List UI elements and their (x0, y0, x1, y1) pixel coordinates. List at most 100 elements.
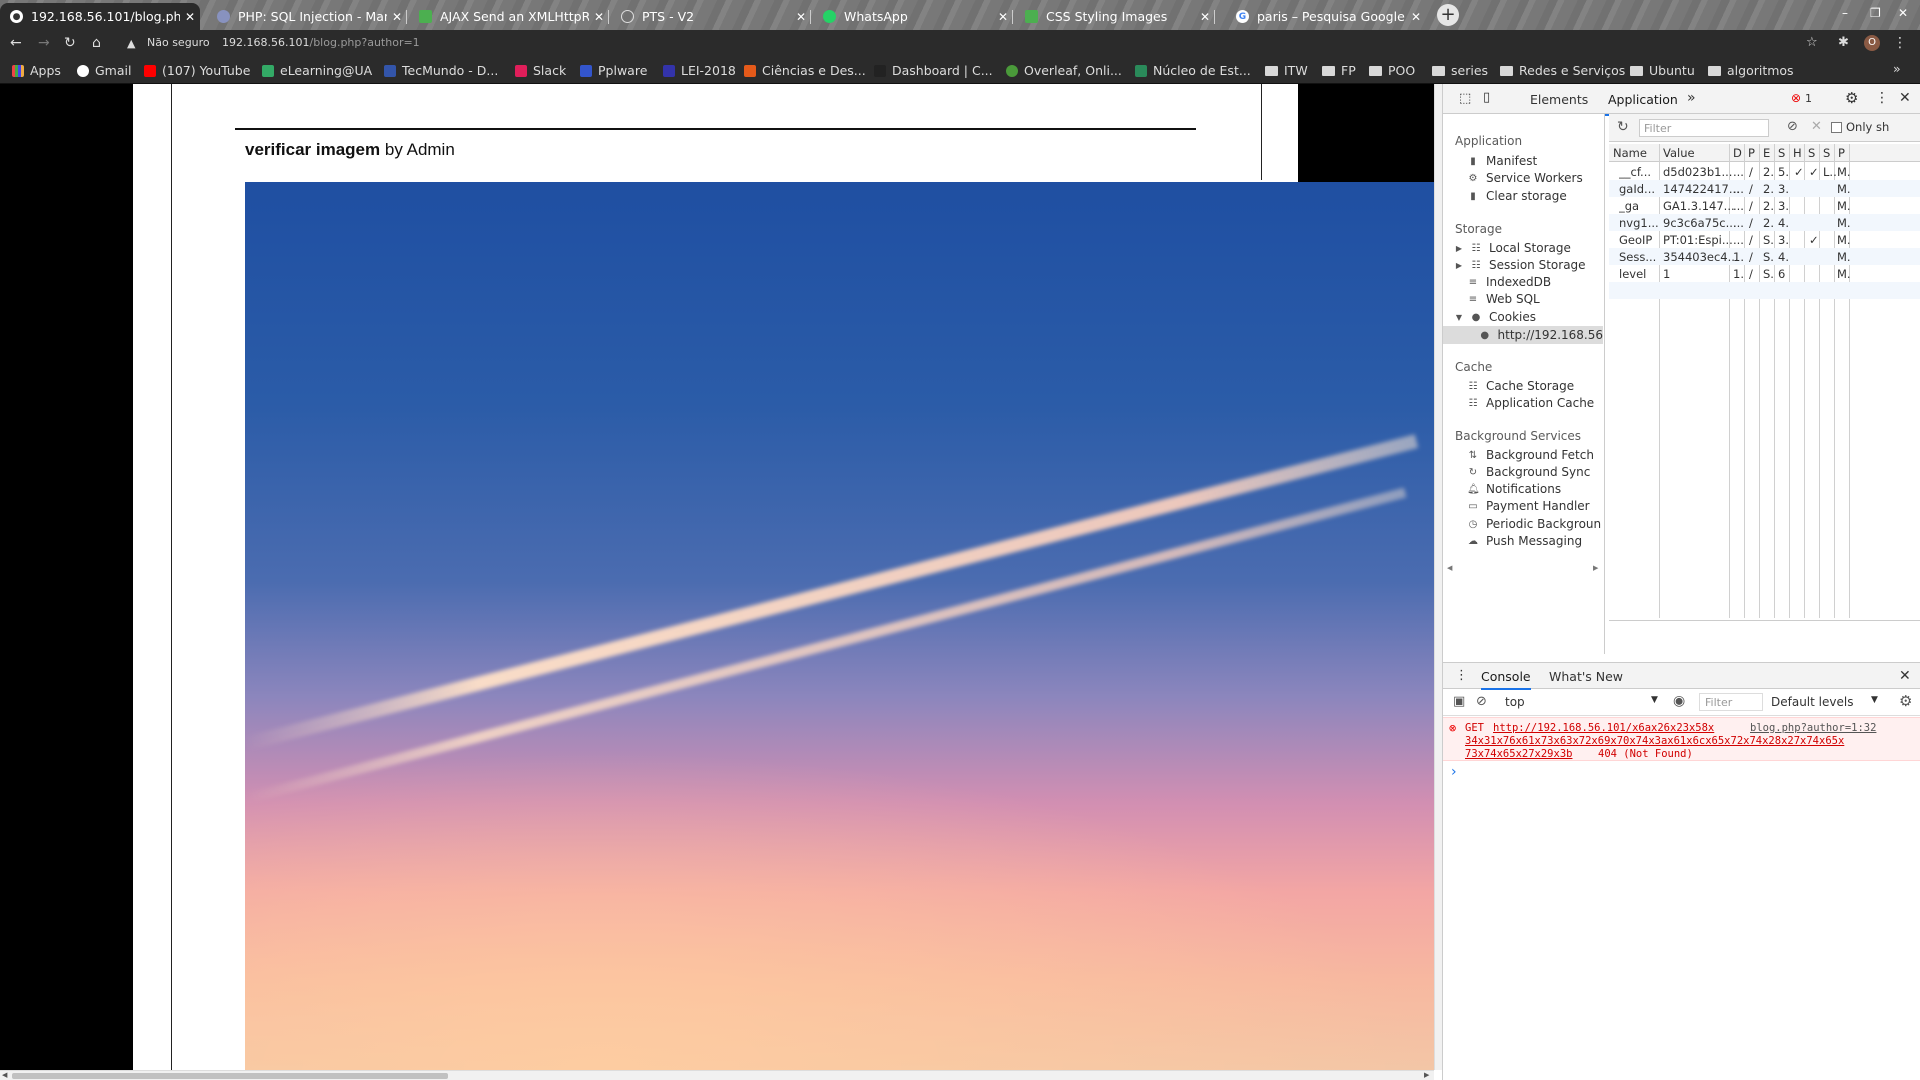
bookmark-youtube[interactable]: (107) YouTube (144, 63, 250, 78)
close-icon[interactable]: ✕ (791, 10, 811, 24)
bookmark-lei[interactable]: LEI-2018 (663, 63, 736, 78)
col-path[interactable]: P (1748, 146, 1755, 160)
tab-php-sql[interactable]: PHP: SQL Injection - Manu ✕ (207, 3, 407, 30)
table-row[interactable]: Sess... 354403ec4... 1. / S. 4. M. (1609, 248, 1920, 265)
context-select[interactable]: top (1505, 695, 1525, 709)
clear-console-icon[interactable]: ⊘ (1476, 694, 1487, 709)
more-bookmarks-icon[interactable]: » (1893, 61, 1901, 76)
tab-application[interactable]: Application (1598, 92, 1688, 116)
col-size[interactable]: S (1778, 146, 1785, 160)
error-icon[interactable]: ⊗ (1791, 91, 1801, 105)
tab-pts[interactable]: PTS - V2 ✕ (611, 3, 811, 30)
bookmark-elearning[interactable]: eLearning@UA (262, 63, 372, 78)
sidebar-item-payment-handler[interactable]: ▭ Payment Handler (1467, 499, 1589, 513)
table-row[interactable]: gaId... 147422417....../2. 3. M. (1609, 180, 1920, 197)
close-window-icon[interactable]: ✕ (1898, 6, 1908, 20)
sidebar-item-notifications[interactable]: 🔔︎ Notifications (1467, 482, 1561, 496)
scroll-left-icon[interactable]: ◀ (2, 1071, 7, 1079)
col-name[interactable]: Name (1613, 146, 1647, 160)
bookmark-folder-ubuntu[interactable]: Ubuntu (1630, 63, 1695, 78)
address-bar[interactable]: 192.168.56.101/blog.php?author=1 (222, 36, 420, 49)
restore-icon[interactable]: ❐ (1870, 6, 1881, 20)
close-icon[interactable]: ✕ (387, 10, 407, 24)
bookmark-overleaf[interactable]: Overleaf, Onli... (1006, 63, 1122, 78)
menu-icon[interactable]: ⋮ (1893, 35, 1907, 51)
bookmark-slack[interactable]: Slack (515, 63, 566, 78)
star-icon[interactable]: ☆ (1806, 35, 1818, 50)
tab-whatsapp[interactable]: WhatsApp ✕ (813, 3, 1013, 30)
col-domain[interactable]: D (1733, 146, 1742, 160)
table-row[interactable]: level 1 1. / S. 6 M. (1609, 265, 1920, 282)
reload-icon[interactable]: ↻ (64, 35, 76, 51)
tab-whats-new[interactable]: What's New (1549, 669, 1623, 684)
sidebar-item-periodic-background[interactable]: ◷ Periodic Backgroun (1467, 517, 1602, 531)
table-row[interactable]: GeoIP PT:01:Espi...... / S. 3. ✓ M. (1609, 231, 1920, 248)
scrollbar-thumb[interactable] (12, 1073, 448, 1079)
col-value[interactable]: Value (1663, 146, 1695, 160)
bookmark-gmail[interactable]: Gmail (77, 63, 131, 78)
close-drawer-icon[interactable]: ✕ (1899, 668, 1911, 684)
profile-avatar[interactable]: O (1864, 35, 1880, 51)
tab-blog[interactable]: ● 192.168.56.101/blog.php ✕ (0, 3, 200, 30)
close-icon[interactable]: ✕ (180, 10, 200, 24)
close-icon[interactable]: ✕ (589, 10, 609, 24)
sidebar-item-background-fetch[interactable]: ⇅ Background Fetch (1467, 448, 1594, 462)
bookmark-folder-poo[interactable]: POO (1369, 63, 1415, 78)
bookmark-dashboard[interactable]: Dashboard | C... (874, 63, 993, 78)
new-tab-button[interactable]: + (1437, 4, 1459, 26)
home-icon[interactable]: ⌂ (92, 35, 101, 51)
sidebar-item-background-sync[interactable]: ↻ Background Sync (1467, 465, 1591, 479)
col-priority[interactable]: P (1838, 146, 1845, 160)
error-url-end[interactable]: 73x74x65x27x29x3b (1465, 748, 1572, 760)
bookmark-apps[interactable]: Apps (12, 63, 61, 78)
more-tabs-icon[interactable]: » (1687, 90, 1696, 106)
device-icon[interactable]: ▯ (1483, 90, 1490, 105)
settings-icon[interactable]: ⚙ (1845, 89, 1858, 107)
settings-icon[interactable]: ⚙ (1899, 692, 1912, 710)
post-title[interactable]: verificar imagem (245, 140, 380, 159)
sidebar-item-application-cache[interactable]: ☷ Application Cache (1467, 396, 1595, 410)
tab-elements[interactable]: Elements (1530, 92, 1588, 107)
levels-select[interactable]: Default levels (1771, 695, 1853, 709)
scroll-right-icon[interactable]: ▶ (1593, 564, 1598, 572)
drawer-menu-icon[interactable]: ⋮ (1455, 668, 1468, 683)
back-icon[interactable]: ← (10, 35, 22, 51)
bookmark-folder-algoritmos[interactable]: algoritmos (1708, 63, 1794, 78)
console-prompt[interactable]: › (1451, 764, 1457, 780)
error-count[interactable]: 1 (1805, 92, 1812, 105)
tab-google-paris[interactable]: G paris – Pesquisa Google ✕ (1226, 3, 1426, 30)
chevron-down-icon[interactable]: ▼ (1871, 695, 1878, 705)
clear-all-icon[interactable]: ⊘ (1787, 119, 1798, 134)
security-label[interactable]: Não seguro (147, 36, 210, 49)
close-icon[interactable]: ✕ (993, 10, 1013, 24)
bookmark-tecmundo[interactable]: TecMundo - D... (384, 63, 498, 78)
extensions-icon[interactable]: ✱ (1838, 35, 1849, 50)
col-httponly[interactable]: H (1793, 146, 1802, 160)
forward-icon[interactable]: → (38, 35, 50, 51)
sidebar-item-push-messaging[interactable]: ☁ Push Messaging (1467, 534, 1582, 548)
delete-selected-icon[interactable]: ✕ (1811, 119, 1822, 134)
table-row[interactable]: __cf... d5d023b1....../2. 5. ✓ ✓ L.. M. (1609, 163, 1920, 180)
error-url-cont[interactable]: 34x31x76x61x73x63x72x69x70x74x3ax61x6cx6… (1465, 735, 1844, 747)
tab-console[interactable]: Console (1481, 669, 1531, 690)
vertical-scrollbar[interactable] (1434, 84, 1442, 1070)
bookmark-folder-redes[interactable]: Redes e Serviços (1500, 63, 1625, 78)
inspect-icon[interactable]: ⬚ (1459, 91, 1471, 106)
sidebar-item-manifest[interactable]: ▮ Manifest (1467, 154, 1537, 168)
bookmark-ciencias[interactable]: Ciências e Des... (744, 63, 866, 78)
kebab-icon[interactable]: ⋮ (1875, 90, 1889, 106)
chevron-down-icon[interactable]: ▼ (1651, 695, 1658, 705)
bookmark-nucleo[interactable]: Núcleo de Est... (1135, 63, 1251, 78)
table-row[interactable]: nvg1... 9c3c6a75c....../2. 4. M. (1609, 214, 1920, 231)
eye-icon[interactable]: ◉ (1673, 693, 1685, 709)
sidebar-item-local-storage[interactable]: ▶ ☷ Local Storage (1455, 241, 1571, 255)
tab-css-images[interactable]: CSS Styling Images ✕ (1015, 3, 1215, 30)
col-expires[interactable]: E (1763, 146, 1770, 160)
minimize-icon[interactable]: – (1842, 6, 1848, 20)
close-icon[interactable]: ✕ (1406, 10, 1426, 24)
warning-icon[interactable]: ▲ (127, 37, 135, 50)
sidebar-item-cookie-origin[interactable]: ● http://192.168.56 (1443, 326, 1603, 344)
bookmark-folder-fp[interactable]: FP (1322, 63, 1356, 78)
horizontal-scrollbar[interactable]: ◀ ▶ (0, 1070, 1434, 1080)
sidebar-item-session-storage[interactable]: ▶ ☷ Session Storage (1455, 258, 1586, 272)
